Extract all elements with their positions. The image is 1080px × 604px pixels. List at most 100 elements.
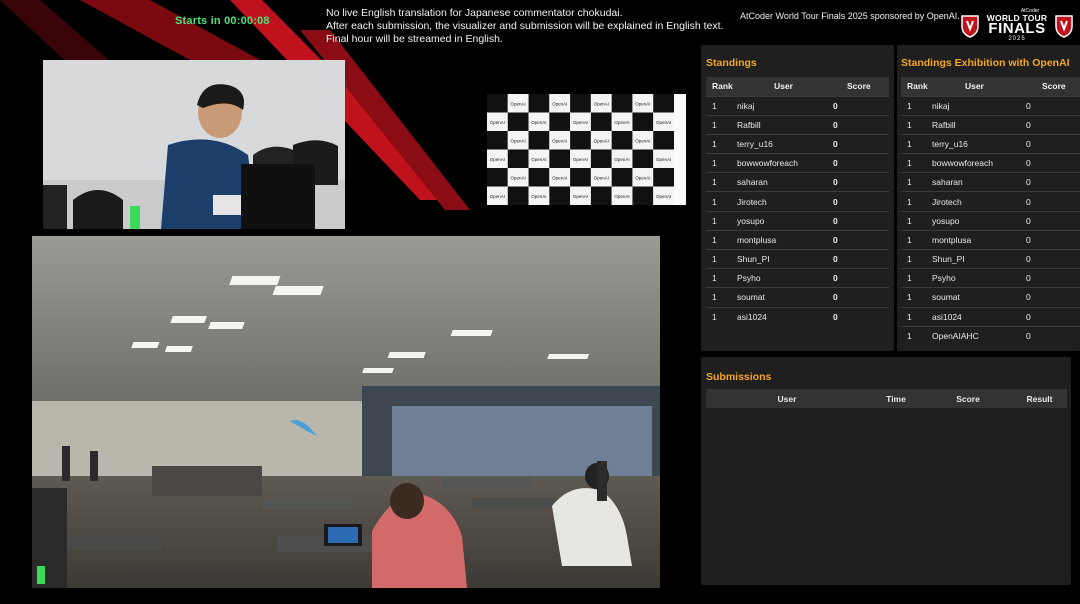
backdrop-label: OpenAI xyxy=(573,120,588,125)
rank-cell: 1 xyxy=(706,191,734,212)
rank-cell: 1 xyxy=(706,210,734,231)
rank-cell: 1 xyxy=(706,114,734,135)
rank-cell: 1 xyxy=(901,133,929,154)
table-row: 1 Jirotech 0 xyxy=(706,191,889,212)
rank-cell: 1 xyxy=(901,191,929,212)
table-row: 1 Psyho 0 xyxy=(901,268,1080,288)
backdrop-tile xyxy=(570,94,591,113)
rank-cell: 1 xyxy=(901,248,929,269)
rank-cell: 1 xyxy=(901,325,929,346)
exhibition-title: Standings Exhibition with OpenAI xyxy=(901,57,1070,69)
rank-cell: 1 xyxy=(706,268,734,288)
submissions-title: Submissions xyxy=(706,371,772,383)
right-shield-icon xyxy=(1055,15,1073,38)
table-row: 1 yosupo 0 xyxy=(901,210,1080,231)
logo-year: 2025 xyxy=(1008,36,1026,42)
standings-table: Rank User Score 1 nikaj 0 1 Rafbill 0 1 terry_u… xyxy=(706,77,889,327)
user-cell: saharan xyxy=(734,172,831,192)
rank-cell: 1 xyxy=(706,95,734,116)
backdrop-tile xyxy=(590,149,612,168)
backdrop-label: OpenAI xyxy=(635,138,650,143)
user-cell: terry_u16 xyxy=(734,133,831,154)
user-cell: asi1024 xyxy=(734,306,831,327)
backdrop-tile xyxy=(507,186,529,205)
table-row: 1 terry_u16 0 xyxy=(706,133,889,154)
score-cell: 0 xyxy=(1024,133,1080,154)
backdrop-label: OpenAI xyxy=(656,157,671,162)
logo-line2: FINALS xyxy=(988,20,1046,37)
table-row: 1 bowwowforeach 0 xyxy=(706,153,889,173)
score-cell: 0 xyxy=(831,133,889,154)
sponsor-text: AtCoder World Tour Finals 2025 sponsored… xyxy=(740,11,960,21)
backdrop-label: OpenAI xyxy=(490,194,505,199)
user-cell: bowwowforeach xyxy=(929,153,1024,173)
user-cell: soumat xyxy=(734,287,831,308)
user-cell: asi1024 xyxy=(929,306,1024,327)
user-cell: Psyho xyxy=(734,268,831,288)
table-row: 1 OpenAIAHC 0 xyxy=(901,325,1080,346)
user-cell: montplusa xyxy=(929,229,1024,250)
rank-cell: 1 xyxy=(706,229,734,250)
backdrop-label: OpenAI xyxy=(594,138,609,143)
event-logo: AtCoder WORLD TOUR FINALS 2025 xyxy=(960,6,1074,44)
backdrop-label: OpenAI xyxy=(656,120,671,125)
backdrop-tile xyxy=(653,94,674,113)
user-cell: Rafbill xyxy=(929,114,1024,135)
user-cell: Shun_PI xyxy=(734,248,831,269)
rank-cell: 1 xyxy=(901,229,929,250)
backdrop-tile xyxy=(507,149,529,168)
table-row: 1 montplusa 0 xyxy=(706,229,889,250)
backdrop-edge xyxy=(674,94,686,205)
score-cell: 0 xyxy=(831,172,889,192)
score-cell: 0 xyxy=(831,229,889,250)
table-row: 1 bowwowforeach 0 xyxy=(901,153,1080,173)
user-cell: Psyho xyxy=(929,268,1024,288)
sponsor-backdrop: OpenAI OpenAI OpenAI OpenAI OpenAI OpenAI Open… xyxy=(487,94,686,205)
commentator-scene xyxy=(43,60,345,229)
score-cell: 0 xyxy=(831,114,889,135)
user-cell: terry_u16 xyxy=(929,133,1024,154)
backdrop-tile xyxy=(632,186,654,205)
backdrop-tile xyxy=(487,94,508,113)
backdrop-tile xyxy=(570,168,591,187)
backdrop-label: OpenAI xyxy=(573,157,588,162)
backdrop-tile xyxy=(487,131,508,150)
user-cell: bowwowforeach xyxy=(734,153,831,173)
table-row: 1 nikaj 0 xyxy=(706,95,889,116)
rank-cell: 1 xyxy=(901,95,929,116)
backdrop-label: OpenAI xyxy=(490,157,505,162)
score-cell: 0 xyxy=(831,153,889,173)
table-row: 1 yosupo 0 xyxy=(706,210,889,231)
rank-cell: 1 xyxy=(706,287,734,308)
rank-header: Rank xyxy=(706,77,734,96)
backdrop-label: OpenAI xyxy=(531,157,546,162)
table-row: 1 terry_u16 0 xyxy=(901,133,1080,154)
rank-cell: 1 xyxy=(901,306,929,327)
table-row: 1 Shun_PI 0 xyxy=(901,248,1080,269)
notice-line: Final hour will be streamed in English. xyxy=(326,33,503,45)
user-cell: yosupo xyxy=(929,210,1024,231)
user-cell: Jirotech xyxy=(929,191,1024,212)
backdrop-tile xyxy=(487,168,508,187)
backdrop-tile xyxy=(653,168,674,187)
backdrop-tile xyxy=(507,112,529,131)
user-cell: Shun_PI xyxy=(929,248,1024,269)
score-cell: 0 xyxy=(1024,306,1080,327)
user-cell: saharan xyxy=(929,172,1024,192)
backdrop-label: OpenAI xyxy=(490,120,505,125)
backdrop-label: OpenAI xyxy=(635,101,650,106)
rank-cell: 1 xyxy=(901,210,929,231)
backdrop-label: OpenAI xyxy=(511,101,526,106)
rank-cell: 1 xyxy=(901,153,929,173)
backdrop-label: OpenAI xyxy=(594,101,609,106)
rank-cell: 1 xyxy=(901,172,929,192)
score-header: Score xyxy=(831,77,889,96)
user-cell: yosupo xyxy=(734,210,831,231)
backdrop-tile xyxy=(632,149,654,168)
user-cell: nikaj xyxy=(929,95,1024,116)
score-cell: 0 xyxy=(1024,172,1080,192)
backdrop-tile xyxy=(528,131,550,150)
notice-line: No live English translation for Japanese… xyxy=(326,7,623,19)
backdrop-tile xyxy=(590,112,612,131)
backdrop-label: OpenAI xyxy=(614,157,629,162)
